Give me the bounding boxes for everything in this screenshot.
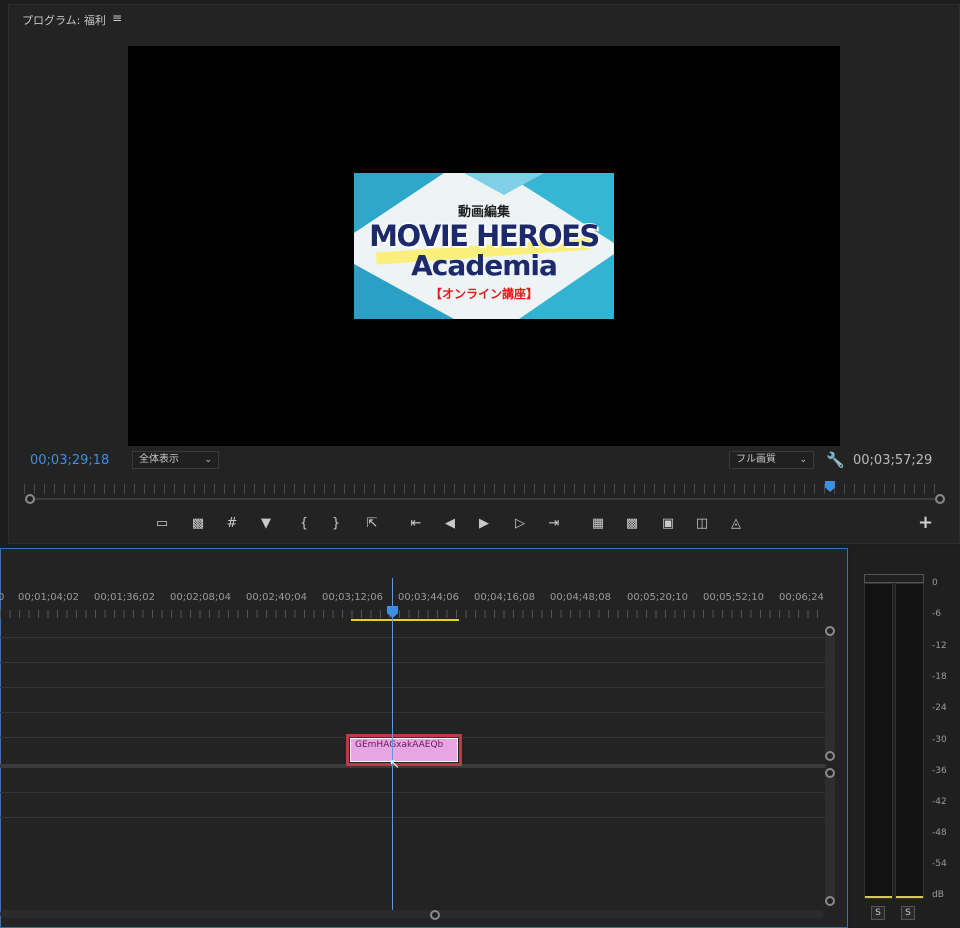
frame-title-line1: MOVIE HEROES — [369, 219, 600, 253]
db-scale-label: -18 — [932, 672, 947, 682]
meter-level — [865, 896, 892, 898]
track-divider — [0, 637, 826, 638]
meter-level — [896, 896, 923, 898]
track-divider — [0, 817, 826, 818]
add-marker-icon[interactable]: ▼ — [254, 514, 278, 534]
meter-peak-indicator[interactable] — [864, 574, 924, 583]
meter-channel-left — [864, 583, 893, 899]
timeline-timecode: 00;04;48;08 — [550, 592, 612, 603]
frame-decoration — [464, 173, 544, 195]
comparison-view-icon[interactable]: ◫ — [690, 514, 714, 534]
mouse-cursor-icon: ↖ — [389, 757, 400, 772]
monitor-zoom-scrollbar[interactable] — [30, 498, 940, 500]
timeline-timecode: 00;01;04;02 — [18, 592, 80, 603]
db-scale-label: -36 — [932, 766, 947, 776]
solo-right-button[interactable]: S — [901, 906, 915, 920]
duration-timecode: 00;03;57;29 — [853, 453, 933, 468]
scrollbar-handle[interactable] — [825, 626, 835, 636]
mark-in-icon[interactable]: { — [292, 514, 316, 534]
db-scale-label: -6 — [932, 609, 941, 619]
timeline-timecode: 0 — [0, 592, 5, 603]
lift-icon[interactable]: ▦ — [586, 514, 610, 534]
zoom-scrollbar-left-handle[interactable] — [25, 494, 35, 504]
step-back-icon[interactable]: ◀ — [438, 514, 462, 534]
play-icon[interactable]: ▶ — [472, 514, 496, 534]
timeline-timecode: 00;03;12;06 — [322, 592, 384, 603]
timeline-timecode: 00;02;40;04 — [246, 592, 308, 603]
go-to-in-icon[interactable]: ⇤ — [404, 514, 428, 534]
frame-subtitle: 動画編集 — [457, 205, 510, 220]
timeline-timecode: 00;03;44;06 — [398, 592, 460, 603]
proxy-toggle-icon[interactable]: ◬ — [724, 514, 748, 534]
db-scale-label: -54 — [932, 859, 947, 869]
grid-icon[interactable]: # — [220, 514, 244, 534]
chevron-down-icon: ⌄ — [799, 455, 807, 465]
timeline-ruler[interactable] — [0, 610, 826, 618]
camera-icon[interactable]: ▣ — [656, 514, 680, 534]
frame-tag: 【オンライン講座】 — [429, 287, 538, 301]
transport-controls: ▭ ▩ # ▼ { } ⇱ ⇤ ◀ ▶ ▷ ⇥ ▦ ▩ ▣ ◫ ◬ — [150, 514, 760, 534]
db-scale-label: -42 — [932, 797, 947, 807]
timeline-timecode: 00;06;24 — [779, 592, 824, 603]
timeline-clip[interactable]: GEmHAGxakAAEQb — [350, 738, 458, 762]
timeline-timecode: 00;04;16;08 — [474, 592, 536, 603]
track-divider — [0, 662, 826, 663]
db-scale-label: -48 — [932, 828, 947, 838]
solo-left-button[interactable]: S — [871, 906, 885, 920]
meter-channel-right — [895, 583, 924, 899]
db-scale-label: -12 — [932, 641, 947, 651]
timeline-playhead-line — [392, 578, 393, 910]
export-frame-icon[interactable]: ⇱ — [360, 514, 384, 534]
frame-title-line2: Academia — [411, 249, 558, 282]
timeline-timecode: 00;02;08;04 — [170, 592, 232, 603]
panel-menu-icon[interactable]: ≡ — [112, 11, 122, 25]
clip-label: GEmHAGxakAAEQb — [355, 740, 444, 750]
go-to-out-icon[interactable]: ⇥ — [542, 514, 566, 534]
timeline-timecode: 00;05;52;10 — [703, 592, 765, 603]
scrollbar-handle[interactable] — [825, 768, 835, 778]
mark-out-icon[interactable]: } — [324, 514, 348, 534]
playback-quality-select[interactable]: フル画質 ⌄ — [729, 451, 814, 469]
timeline-timecode: 00;01;36;02 — [94, 592, 156, 603]
zoom-scrollbar-right-handle[interactable] — [935, 494, 945, 504]
track-divider — [0, 712, 826, 713]
insert-frame-icon[interactable]: ▩ — [186, 514, 210, 534]
work-area-bar[interactable] — [351, 619, 459, 621]
extract-icon[interactable]: ▩ — [620, 514, 644, 534]
settings-wrench-icon[interactable]: 🔧 — [826, 451, 845, 469]
track-divider — [0, 792, 826, 793]
safe-margins-icon[interactable]: ▭ — [150, 514, 174, 534]
zoom-level-select[interactable]: 全体表示 ⌄ — [132, 451, 219, 469]
db-scale-label: 0 — [932, 578, 938, 588]
db-scale-label: -30 — [932, 735, 947, 745]
track-divider — [0, 687, 826, 688]
panel-title[interactable]: プログラム: 福利 — [22, 12, 106, 28]
vertical-scrollbar-video[interactable] — [825, 631, 835, 755]
scrollbar-handle[interactable] — [825, 751, 835, 761]
add-button-icon[interactable]: + — [918, 512, 933, 533]
zoom-level-value: 全体表示 — [139, 454, 179, 465]
horizontal-scrollbar[interactable] — [0, 910, 824, 918]
db-unit-label: dB — [932, 890, 944, 900]
scrollbar-handle[interactable] — [430, 910, 440, 920]
db-scale-label: -24 — [932, 703, 947, 713]
chevron-down-icon: ⌄ — [204, 455, 212, 465]
timeline-timecode: 00;05;20;10 — [627, 592, 689, 603]
playback-quality-value: フル画質 — [736, 454, 776, 465]
current-timecode[interactable]: 00;03;29;18 — [30, 453, 109, 468]
monitor-time-ruler[interactable] — [24, 484, 940, 494]
video-frame-image: 動画編集 MOVIE HEROES Academia 【オンライン講座】 — [354, 173, 614, 319]
vertical-scrollbar-audio[interactable] — [825, 773, 835, 901]
scrollbar-handle[interactable] — [825, 896, 835, 906]
step-forward-icon[interactable]: ▷ — [508, 514, 532, 534]
